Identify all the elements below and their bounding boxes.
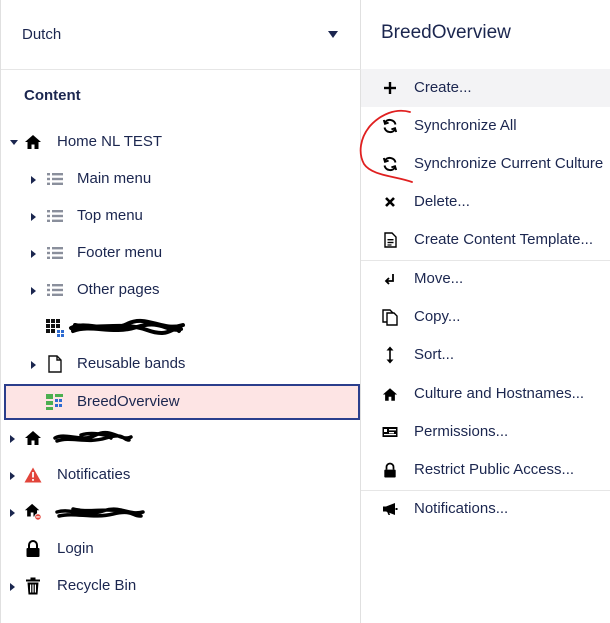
copy-icon <box>381 308 399 326</box>
caret-right-icon[interactable] <box>10 435 15 443</box>
dashboard-icon <box>46 393 64 411</box>
action-move[interactable]: Move... <box>361 260 610 298</box>
action-label: Restrict Public Access... <box>414 461 575 478</box>
redaction-scribble <box>55 507 145 518</box>
tree-node-label: Other pages <box>77 281 160 298</box>
tree-node-label: Reusable bands <box>77 355 186 372</box>
tree-node-label: Login <box>57 540 94 557</box>
home-icon <box>24 133 42 151</box>
trash-icon <box>24 577 42 595</box>
list-icon <box>46 281 64 299</box>
move-icon <box>381 270 399 288</box>
tree-node-top-menu[interactable]: Top menu <box>1 198 361 235</box>
action-label: Culture and Hostnames... <box>414 385 585 402</box>
tree-node-redacted-grid[interactable] <box>1 309 361 346</box>
action-label: Copy... <box>414 308 461 325</box>
action-sort[interactable]: Sort... <box>361 336 610 374</box>
action-culture-and-hostnames[interactable]: Culture and Hostnames... <box>361 375 610 413</box>
megaphone-icon <box>381 500 399 518</box>
action-permissions[interactable]: Permissions... <box>361 413 610 451</box>
tree-node-label: Home NL TEST <box>57 133 163 150</box>
caret-right-icon[interactable] <box>10 583 15 591</box>
tree-node-label: Notificaties <box>57 466 131 483</box>
document-icon <box>46 355 64 373</box>
home-icon <box>24 429 42 447</box>
home-blocked-icon <box>24 503 42 521</box>
warning-icon <box>24 466 42 484</box>
list-icon <box>46 170 64 188</box>
language-dropdown[interactable]: Dutch <box>1 0 361 70</box>
action-label: Create... <box>414 79 472 96</box>
tree-node-label: Main menu <box>77 170 152 187</box>
tree-node-notificaties[interactable]: Notificaties <box>1 457 361 494</box>
tree-node-login[interactable]: Login <box>1 531 361 568</box>
tree-node-footer-menu[interactable]: Footer menu <box>1 235 361 272</box>
plus-icon <box>381 79 399 97</box>
caret-right-icon[interactable] <box>10 509 15 517</box>
redaction-scribble <box>69 318 185 335</box>
caret-right-icon[interactable] <box>31 176 36 184</box>
action-label: Delete... <box>414 193 470 210</box>
caret-right-icon[interactable] <box>10 472 15 480</box>
tree-node-label: Recycle Bin <box>57 577 137 594</box>
action-restrict-public-access[interactable]: Restrict Public Access... <box>361 451 610 489</box>
section-title: Content <box>24 87 81 104</box>
action-create[interactable]: Create... <box>361 69 610 107</box>
action-create-content-template[interactable]: Create Content Template... <box>361 221 610 259</box>
lock-icon <box>381 461 399 479</box>
tree-node-main-menu[interactable]: Main menu <box>1 161 361 198</box>
tree-node-breedoverview[interactable]: BreedOverview <box>4 384 360 420</box>
home-icon <box>381 385 399 403</box>
redaction-scribble <box>53 430 133 443</box>
tree-node-home-nl-test[interactable]: Home NL TEST <box>1 124 361 161</box>
sort-icon <box>381 346 399 364</box>
tree-node-recycle-bin[interactable]: Recycle Bin <box>1 568 361 605</box>
action-label: Create Content Template... <box>414 231 593 248</box>
content-tree-panel: Dutch Content Home NL TEST Main menu Top… <box>0 0 361 623</box>
tree-node-redacted-home[interactable] <box>1 420 361 457</box>
tree-node-label: Top menu <box>77 207 143 224</box>
caret-right-icon[interactable] <box>31 213 36 221</box>
close-icon <box>381 193 399 211</box>
tree-node-label: Footer menu <box>77 244 163 261</box>
template-icon <box>381 231 399 249</box>
tree-node-reusable-bands[interactable]: Reusable bands <box>1 346 361 383</box>
action-label: Sort... <box>414 346 455 363</box>
language-dropdown-value: Dutch <box>22 26 62 43</box>
actions-panel: BreedOverview Create... Synchronize All … <box>359 0 610 623</box>
tree-node-redacted-home-blocked[interactable] <box>1 494 361 531</box>
permissions-icon <box>381 423 399 441</box>
action-delete[interactable]: Delete... <box>361 183 610 221</box>
tree-node-label: BreedOverview <box>77 393 180 410</box>
action-label: Synchronize Current Culture <box>414 155 604 172</box>
grid-icon <box>46 319 64 337</box>
action-label: Synchronize All <box>414 117 517 134</box>
caret-right-icon[interactable] <box>31 287 36 295</box>
action-copy[interactable]: Copy... <box>361 298 610 336</box>
annotation-bracket <box>359 109 413 183</box>
action-label: Notifications... <box>414 500 509 517</box>
caret-right-icon[interactable] <box>31 250 36 258</box>
action-notifications[interactable]: Notifications... <box>361 490 610 528</box>
caret-right-icon[interactable] <box>31 361 36 369</box>
chevron-down-icon <box>328 31 338 38</box>
list-icon <box>46 244 64 262</box>
caret-down-icon[interactable] <box>10 140 18 145</box>
lock-icon <box>24 540 42 558</box>
action-label: Permissions... <box>414 423 509 440</box>
actions-panel-title: BreedOverview <box>381 22 511 43</box>
tree-node-other-pages[interactable]: Other pages <box>1 272 361 309</box>
action-label: Move... <box>414 270 464 287</box>
list-icon <box>46 207 64 225</box>
